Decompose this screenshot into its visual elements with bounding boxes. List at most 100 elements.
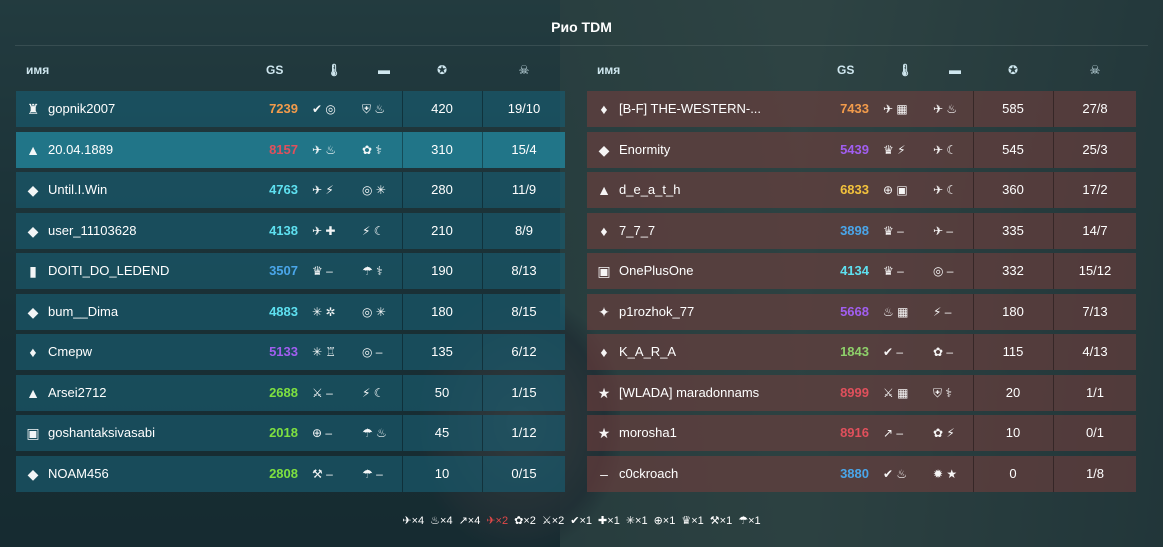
score-icon: ✪: [1007, 63, 1019, 77]
player-row[interactable]: ✦ p1rozhok_77 5668 ♨ ▦ ⚡ – 180 7/13: [587, 293, 1136, 330]
supply-icon: ⚔: [541, 515, 552, 527]
hull-modules-icon: ◎ ✳: [362, 304, 386, 319]
header-name: имя: [597, 63, 621, 77]
supply-item: ✈×2: [486, 514, 508, 527]
supply-count: ×1: [748, 515, 761, 527]
player-name: [WLADA] maradonnams: [619, 384, 760, 400]
rank-icon: ♦: [29, 344, 37, 360]
player-row[interactable]: ♦ K_A_R_A 1843 ✔ – ✿ – 115 4/13: [587, 334, 1136, 370]
hull-modules-icon: ✈ ☾: [933, 142, 958, 157]
player-score: 180: [1002, 303, 1024, 319]
player-row[interactable]: ◆ Until.I.Win 4763 ✈ ⚡ ◎ ✳ 280 11/9: [16, 172, 565, 208]
player-score: 310: [431, 141, 453, 157]
player-row[interactable]: ▲ 20.04.1889 8157 ✈ ♨ ✿ ⚕ 310 15/4: [16, 131, 565, 168]
divider: [402, 91, 403, 127]
skull-icon: ☠: [1089, 63, 1101, 77]
player-name: 20.04.1889: [48, 141, 114, 157]
divider: [1053, 334, 1054, 370]
player-row[interactable]: ▣ OnePlusOne 4134 ♛ – ◎ – 332 15/12: [587, 253, 1136, 289]
player-row[interactable]: ▲ Arsei2712 2688 ⚔ – ⚡ ☾ 50 1/15: [16, 374, 565, 411]
gear-score: 4883: [269, 303, 298, 319]
divider: [1053, 131, 1054, 168]
divider: [973, 91, 974, 127]
supply-icon: ✔: [570, 515, 580, 527]
hull-modules-icon: ◎ –: [933, 264, 954, 278]
player-name: OnePlusOne: [619, 263, 694, 278]
gear-score: 5133: [269, 344, 298, 359]
player-row[interactable]: ♦ [B-F] THE-WESTERN-... 7433 ✈ ▦ ✈ ♨ 585 27/8: [587, 91, 1136, 127]
player-row[interactable]: ◆ bum__Dima 4883 ✳ ✲ ◎ ✳ 180 8/15: [16, 293, 565, 330]
divider: [1053, 415, 1054, 451]
player-row[interactable]: ♜ gopnik2007 7239 ✔ ◎ ⛨ ♨ 420 19/10: [16, 91, 565, 127]
player-row[interactable]: ▣ goshantaksivasabi 2018 ⊕ – ☂ ♨ 45 1/12: [16, 415, 565, 451]
player-score: 10: [1005, 425, 1021, 440]
turret-modules-icon: ⚒ –: [312, 466, 333, 481]
supply-item: ✿×2: [514, 514, 536, 527]
supply-icon: ♛: [681, 515, 692, 527]
player-score: 10: [434, 465, 450, 481]
divider: [1053, 455, 1054, 492]
player-row[interactable]: ★ morosha1 8916 ↗ – ✿ ⚡ 10 0/1: [587, 415, 1136, 451]
divider: [1053, 172, 1054, 208]
thermometer-icon: 🌡: [326, 63, 342, 77]
divider: [482, 415, 483, 451]
turret-modules-icon: ⚔ –: [312, 385, 333, 400]
divider: [482, 91, 483, 127]
rank-icon: ◆: [598, 141, 610, 158]
kills-deaths: 8/9: [514, 222, 534, 238]
supply-count: ×1: [607, 515, 620, 527]
divider: [973, 293, 974, 330]
gear-score: 3507: [269, 263, 298, 278]
supply-count: ×2: [495, 515, 509, 527]
rank-icon: ★: [597, 425, 611, 441]
player-row[interactable]: ◆ NOAM456 2808 ⚒ – ☂ – 10 0/15: [16, 455, 565, 492]
player-row[interactable]: ▮ DOITI_DO_LEDEND 3507 ♛ – ☂ ⚕ 190 8/13: [16, 253, 565, 289]
supply-icon: ☂: [738, 515, 749, 527]
supply-count: ×4: [440, 515, 453, 527]
gear-score: 7239: [269, 101, 298, 116]
supply-icon: ✈: [402, 515, 412, 527]
hull-modules-icon: ⚡ ☾: [362, 385, 385, 400]
gear-score: 8157: [269, 141, 298, 157]
kills-deaths: 1/15: [511, 384, 537, 400]
hull-modules-icon: ☂ ♨: [362, 426, 387, 440]
player-row[interactable]: ▲ d_e_a_t_h 6833 ⊕ ▣ ✈ ☾ 360 17/2: [587, 172, 1136, 208]
turret-modules-icon: ↗ –: [883, 426, 904, 440]
supply-count: ×1: [662, 515, 676, 527]
rank-icon: ♦: [600, 344, 608, 360]
turret-modules-icon: ✈ ♨: [312, 142, 337, 157]
team-left: имя GS 🌡 ▬ ✪ ☠ ♜ gopnik2007 7239 ✔ ◎ ⛨ ♨ 420 1…: [16, 56, 565, 492]
kills-deaths: 7/13: [1082, 303, 1108, 319]
column-header: имя GS 🌡 ▬ ✪ ☠: [16, 56, 565, 86]
gear-score: 2808: [269, 465, 298, 481]
divider: [973, 415, 974, 451]
kills-deaths: 1/12: [511, 425, 537, 440]
kills-deaths: 4/13: [1082, 344, 1108, 359]
divider: [1053, 374, 1054, 411]
player-row[interactable]: ◆ Enormity 5439 ♛ ⚡ ✈ ☾ 545 25/3: [587, 131, 1136, 168]
turret-modules-icon: ♛ ⚡: [883, 142, 906, 157]
supply-icon: ⊕: [653, 515, 663, 527]
player-name: bum__Dima: [48, 303, 119, 319]
rank-icon: –: [600, 465, 608, 482]
supply-icon: ♨: [430, 515, 441, 527]
hull-modules-icon: ☂ –: [362, 466, 383, 481]
supply-icon: ↗: [458, 515, 468, 527]
supply-item: ♨×4: [430, 514, 452, 527]
player-row[interactable]: ◆ user_11103628 4138 ✈ ✚ ⚡ ☾ 210 8/9: [16, 212, 565, 249]
player-row[interactable]: ★ [WLADA] maradonnams 8999 ⚔ ▦ ⛨ ⚕ 20 1/1: [587, 374, 1136, 411]
player-row[interactable]: – c0ckroach 3880 ✔ ♨ ✹ ★ 0 1/8: [587, 455, 1136, 492]
rank-icon: ▣: [597, 263, 611, 279]
player-score: 360: [1002, 182, 1024, 197]
kills-deaths: 0/15: [511, 465, 537, 481]
rank-icon: ♜: [26, 101, 40, 117]
gear-score: 7433: [840, 101, 869, 116]
supply-icon: ✈: [486, 515, 496, 527]
player-row[interactable]: ♦ Cmepw 5133 ✳ ♖ ◎ – 135 6/12: [16, 334, 565, 370]
divider: [402, 131, 403, 168]
player-row[interactable]: ♦ 7_7_7 3898 ♛ – ✈ – 335 14/7: [587, 212, 1136, 249]
gear-score: 4763: [269, 182, 298, 197]
player-name: [B-F] THE-WESTERN-...: [619, 101, 762, 116]
supply-count: ×1: [635, 515, 648, 527]
player-name: Cmepw: [48, 344, 93, 359]
